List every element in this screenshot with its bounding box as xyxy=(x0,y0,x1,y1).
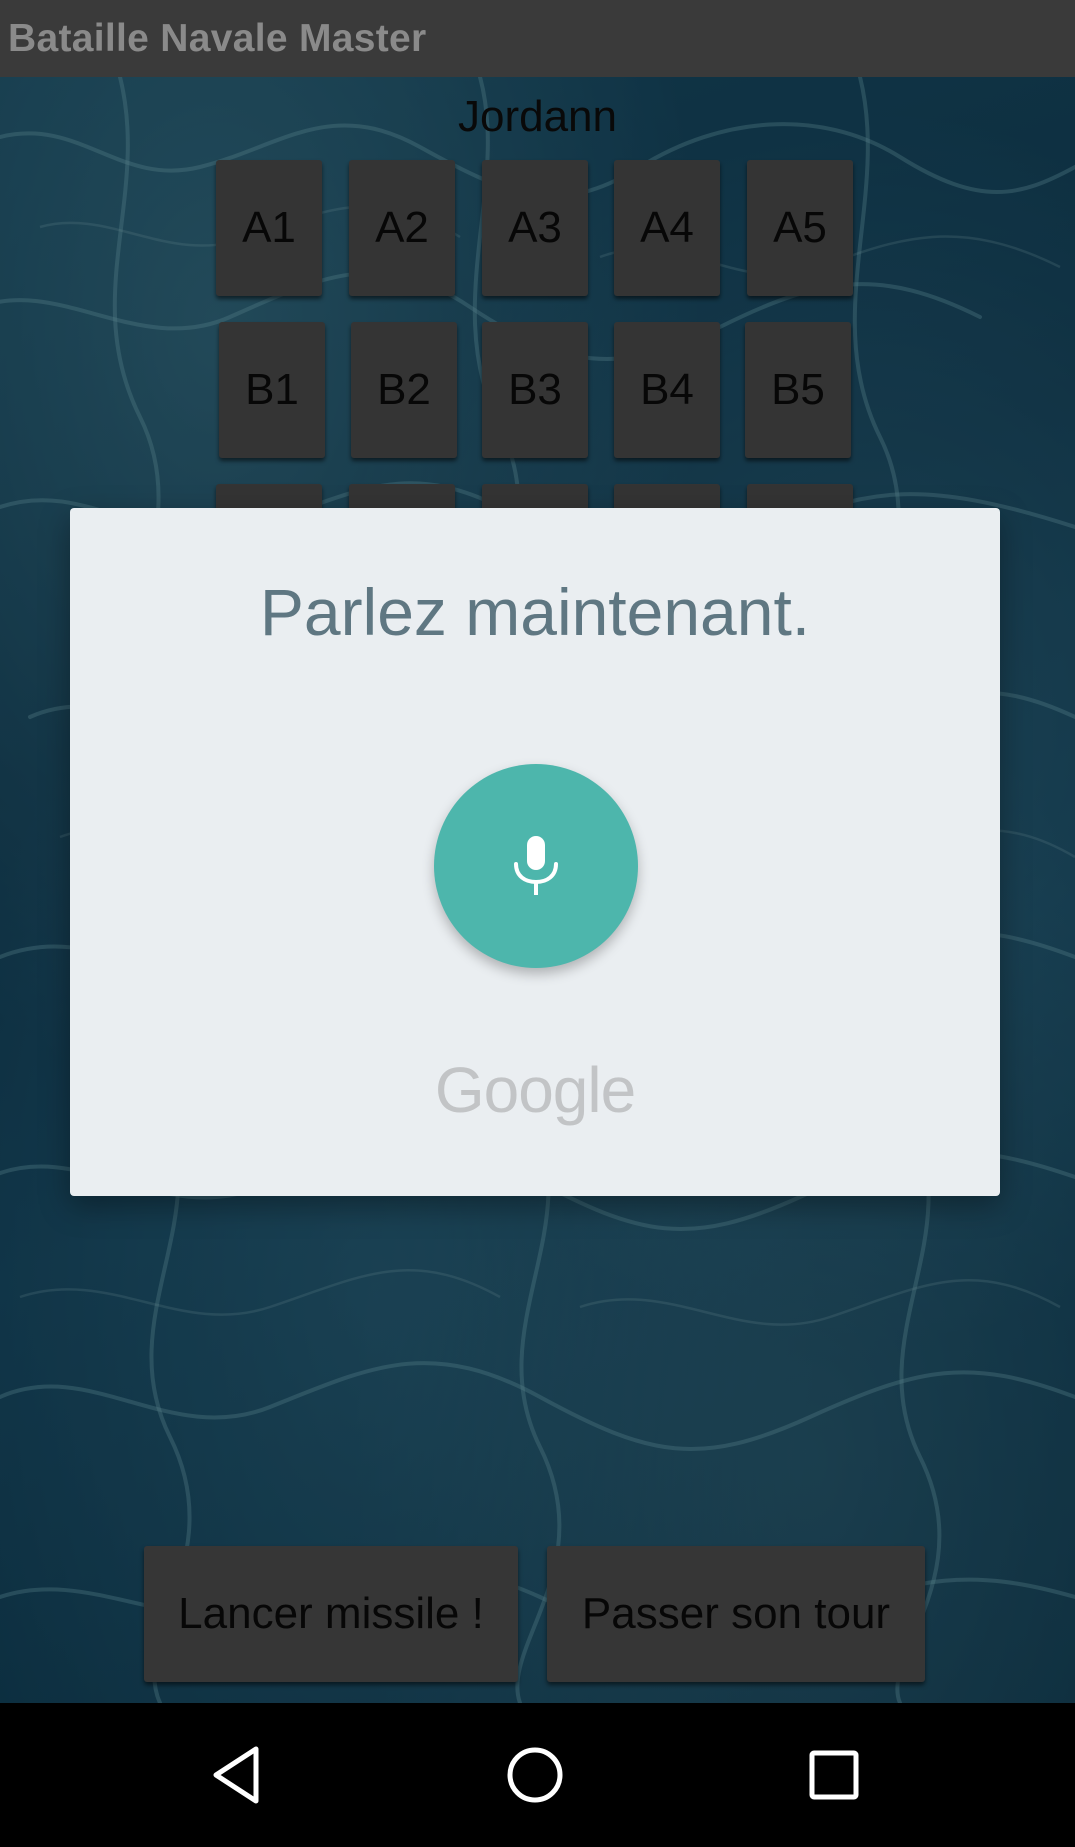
voice-prompt: Parlez maintenant. xyxy=(259,575,811,649)
google-logo: Google xyxy=(434,1054,636,1126)
app-title: Bataille Navale Master xyxy=(8,16,427,60)
recents-square-icon[interactable] xyxy=(802,1743,866,1807)
microphone-button[interactable] xyxy=(434,764,638,968)
voice-input-dialog: Parlez maintenant. Google xyxy=(70,508,1000,1196)
app-bar: Bataille Navale Master xyxy=(0,0,1075,77)
navigation-bar xyxy=(0,1703,1075,1847)
screen: Bataille Navale Master Jordann A1 A2 A3 … xyxy=(0,0,1075,1847)
microphone-icon xyxy=(514,836,558,895)
back-triangle-icon[interactable] xyxy=(206,1743,270,1807)
home-circle-icon[interactable] xyxy=(503,1743,567,1807)
